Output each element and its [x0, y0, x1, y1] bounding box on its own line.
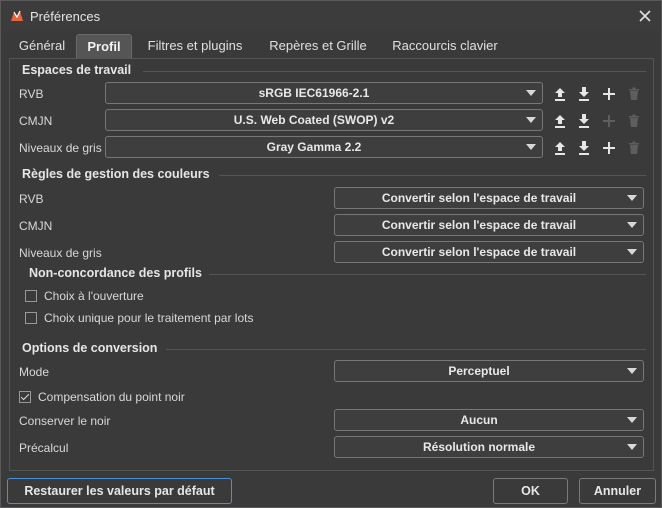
chevron-down-icon [627, 368, 637, 374]
mode-value: Perceptuel [448, 364, 510, 378]
workspace-cmjn-value: U.S. Web Coated (SWOP) v2 [233, 113, 395, 127]
tab-bar: Général Profil Filtres et plugins Repère… [1, 34, 661, 58]
chevron-down-icon [526, 144, 536, 150]
workspace-rvb-select[interactable]: sRGB IEC61966-2.1 [105, 82, 543, 104]
window-title: Préférences [30, 9, 101, 24]
precalc-select[interactable]: Résolution normale [334, 436, 644, 458]
mode-select[interactable]: Perceptuel [334, 360, 644, 382]
trash-icon [629, 87, 639, 100]
chevron-down-icon [627, 195, 637, 201]
keep-black-label: Conserver le noir [19, 414, 111, 428]
chevron-down-icon [627, 444, 637, 450]
rules-title: Règles de gestion des couleurs [22, 167, 210, 181]
upload-icon[interactable] [552, 113, 568, 129]
tab-reperes-grille[interactable]: Repères et Grille [260, 34, 376, 58]
open-choice-checkbox[interactable] [25, 290, 37, 302]
conversion-separator [166, 349, 646, 350]
workspace-gris-value: Gray Gamma 2.2 [266, 140, 362, 154]
rules-separator [219, 175, 646, 176]
download-icon[interactable] [576, 113, 592, 129]
rule-gris-value: Convertir selon l'espace de travail [381, 245, 577, 259]
keep-black-select[interactable]: Aucun [334, 409, 644, 431]
precalc-label: Précalcul [19, 441, 69, 455]
chevron-down-icon [526, 90, 536, 96]
cancel-button[interactable]: Annuler [579, 478, 656, 504]
plus-icon[interactable] [601, 86, 617, 102]
rule-rvb-select[interactable]: Convertir selon l'espace de travail [334, 187, 644, 209]
rule-rvb-value: Convertir selon l'espace de travail [381, 191, 577, 205]
download-icon[interactable] [576, 86, 592, 102]
workspace-cmjn-select[interactable]: U.S. Web Coated (SWOP) v2 [105, 109, 543, 131]
mode-label: Mode [19, 365, 50, 379]
mismatch-title: Non-concordance des profils [29, 266, 202, 280]
mismatch-separator [209, 274, 646, 275]
workspace-gris-label: Niveaux de gris [19, 141, 102, 155]
chevron-down-icon [627, 249, 637, 255]
rule-rvb-label: RVB [19, 192, 44, 206]
workspace-cmjn-label: CMJN [19, 114, 53, 128]
workspaces-title: Espaces de travail [22, 63, 132, 77]
workspaces-separator [143, 71, 646, 72]
app-icon [11, 10, 23, 21]
workspace-rvb-value: sRGB IEC61966-2.1 [258, 86, 370, 100]
rule-cmjn-value: Convertir selon l'espace de travail [381, 218, 577, 232]
tab-profil[interactable]: Profil [76, 34, 132, 58]
workspace-rvb-label: RVB [19, 87, 44, 101]
keep-black-value: Aucun [460, 413, 498, 427]
tab-general[interactable]: Général [11, 34, 73, 58]
black-point-label[interactable]: Compensation du point noir [38, 390, 185, 404]
chevron-down-icon [627, 222, 637, 228]
black-point-checkbox[interactable] [19, 391, 31, 403]
chevron-down-icon [526, 117, 536, 123]
rule-cmjn-select[interactable]: Convertir selon l'espace de travail [334, 214, 644, 236]
batch-choice-checkbox[interactable] [25, 312, 37, 324]
conversion-title: Options de conversion [22, 341, 158, 355]
plus-icon[interactable] [601, 140, 617, 156]
open-choice-label[interactable]: Choix à l'ouverture [44, 289, 144, 303]
tab-raccourcis-clavier[interactable]: Raccourcis clavier [384, 34, 506, 58]
workspace-gris-select[interactable]: Gray Gamma 2.2 [105, 136, 543, 158]
rule-gris-label: Niveaux de gris [19, 246, 102, 260]
close-icon[interactable] [635, 6, 655, 26]
tab-filtres-plugins[interactable]: Filtres et plugins [137, 34, 253, 58]
plus-icon [603, 115, 615, 127]
trash-icon [629, 114, 639, 127]
restore-defaults-button[interactable]: Restaurer les valeurs par défaut [7, 478, 232, 504]
ok-button[interactable]: OK [493, 478, 568, 504]
chevron-down-icon [627, 417, 637, 423]
trash-icon [629, 141, 639, 154]
preferences-window: Préférences Général Profil Filtres et pl… [0, 0, 662, 508]
title-bar: Préférences [1, 1, 661, 31]
precalc-value: Résolution normale [422, 440, 535, 454]
batch-choice-label[interactable]: Choix unique pour le traitement par lots [44, 311, 253, 325]
rule-cmjn-label: CMJN [19, 219, 53, 233]
download-icon[interactable] [576, 140, 592, 156]
upload-icon[interactable] [552, 140, 568, 156]
upload-icon[interactable] [552, 86, 568, 102]
rule-gris-select[interactable]: Convertir selon l'espace de travail [334, 241, 644, 263]
